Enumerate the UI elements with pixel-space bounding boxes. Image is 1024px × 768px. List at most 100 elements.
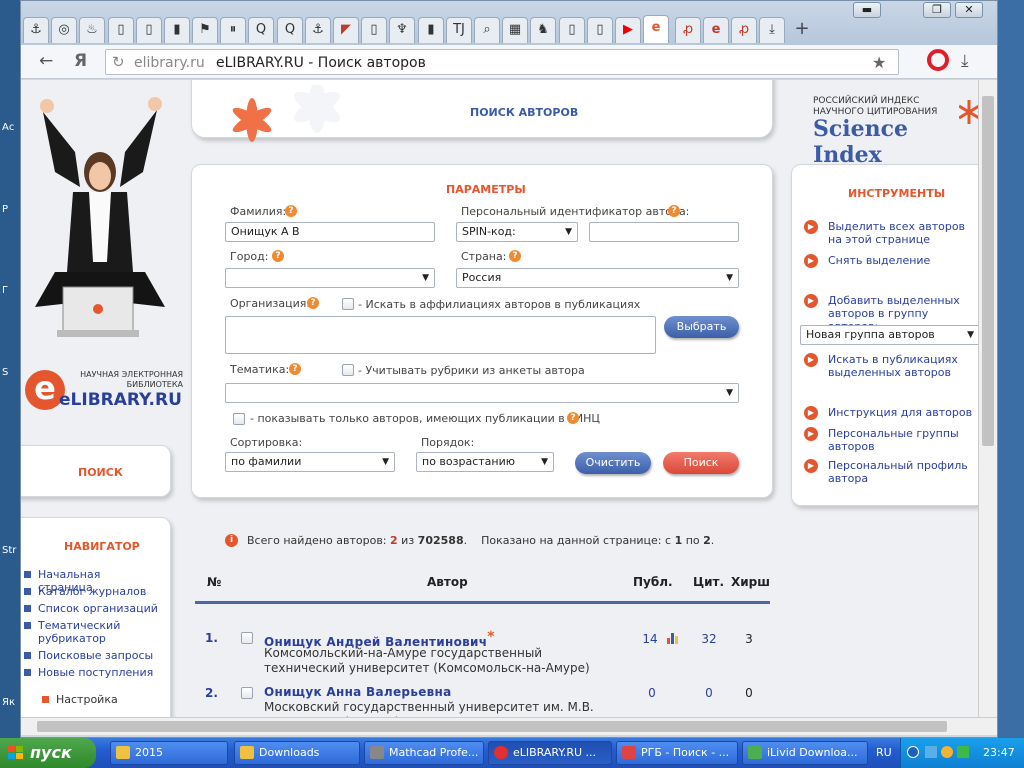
org-textarea[interactable] (225, 316, 656, 354)
help-icon[interactable]: ? (289, 363, 301, 375)
tray-icon[interactable] (907, 746, 919, 758)
nav-item-new[interactable]: Новые поступления (24, 666, 158, 679)
new-tab-button[interactable]: + (789, 17, 815, 43)
id-type-select[interactable]: SPIN-код: (456, 222, 578, 242)
tab[interactable]: ⏸ (220, 17, 246, 43)
left-search-label[interactable]: ПОИСК (78, 466, 123, 479)
help-icon[interactable]: ? (668, 205, 680, 217)
task-label[interactable]: Mathcad Profe... (389, 746, 478, 759)
taskbar-item[interactable]: РГБ - Поиск - ... (616, 741, 738, 765)
tab[interactable]: TJ (446, 17, 472, 43)
tab[interactable]: ♆ (389, 17, 415, 43)
topic-checkbox[interactable] (342, 364, 354, 376)
vertical-scrollbar[interactable] (978, 80, 997, 717)
nav-item-label[interactable]: Поисковые запросы (38, 649, 153, 662)
task-label[interactable]: Downloads (259, 746, 319, 759)
country-select[interactable]: Россия (456, 268, 739, 288)
tab[interactable]: ♨ (79, 17, 105, 43)
tab-active[interactable]: e (643, 15, 669, 43)
url-field[interactable]: ↻ elibrary.ru eLIBRARY.RU - Поиск авторо… (105, 49, 899, 75)
tool-search-pubs[interactable]: ▶ Искать в публикациях выделенных авторов (804, 353, 978, 379)
author-name-link[interactable]: Онищук Анна Валерьевна (264, 685, 452, 699)
rinc-checkbox[interactable] (233, 413, 245, 425)
help-icon[interactable]: ? (272, 250, 284, 262)
group-select[interactable]: Новая группа авторов (800, 325, 978, 345)
task-label[interactable]: eLIBRARY.RU ... (513, 746, 596, 759)
left-search-panel[interactable]: ПОИСК (21, 445, 171, 497)
tool-select-all[interactable]: ▶ Выделить всех авторов на этой странице (804, 220, 978, 246)
city-select[interactable] (225, 268, 435, 288)
task-label[interactable]: РГБ - Поиск - ... (641, 746, 729, 759)
tab[interactable]: ▯ (559, 17, 585, 43)
taskbar-item[interactable]: iLivid Downloa... (742, 741, 868, 765)
tab[interactable]: ▯ (136, 17, 162, 43)
horizontal-scrollbar[interactable] (21, 717, 997, 735)
sort-select[interactable]: по фамилии (225, 452, 395, 472)
help-icon[interactable]: ? (285, 205, 297, 217)
tab[interactable]: ◎ (51, 17, 77, 43)
tab[interactable]: ▮ (164, 17, 190, 43)
tab[interactable]: ⚑ (192, 17, 218, 43)
nav-item-label[interactable]: Список организаций (38, 602, 158, 615)
tab[interactable]: ▮ (418, 17, 444, 43)
tool-label[interactable]: Инструкция для авторов (828, 406, 972, 419)
scroll-thumb[interactable] (37, 721, 947, 732)
tab[interactable]: ⤓ (759, 17, 785, 43)
nav-item-rubricator[interactable]: Тематический рубрикатор (24, 619, 138, 645)
scroll-thumb[interactable] (982, 96, 994, 446)
opera-icon[interactable]: O (927, 49, 949, 71)
row-checkbox[interactable] (241, 632, 253, 644)
maximize-button[interactable]: ❐ (923, 2, 951, 18)
search-button[interactable]: Поиск (663, 452, 739, 474)
tab[interactable]: ꝓ (731, 17, 757, 43)
nav-item-organizations[interactable]: Список организаций (24, 602, 158, 615)
tab[interactable]: ▯ (361, 17, 387, 43)
tab[interactable]: ▶ (615, 17, 641, 43)
tab[interactable]: ▯ (108, 17, 134, 43)
topic-select[interactable] (225, 383, 739, 403)
help-icon[interactable]: ? (509, 250, 521, 262)
tab[interactable]: ⚓ (305, 17, 331, 43)
help-icon[interactable]: ? (567, 412, 579, 424)
cit-count[interactable]: 32 (689, 632, 729, 646)
surname-input[interactable]: Онищук А В (225, 222, 435, 242)
pubs-count[interactable]: 14 (630, 632, 670, 646)
tab[interactable]: ▦ (502, 17, 528, 43)
science-index-logo[interactable]: РОССИЙСКИЙ ИНДЕКС НАУЧНОГО ЦИТИРОВАНИЯ S… (813, 96, 978, 168)
order-select[interactable]: по возрастанию (416, 452, 554, 472)
bar-chart-icon[interactable] (666, 632, 680, 644)
taskbar-item[interactable]: 2015 (110, 741, 228, 765)
tab[interactable]: ◤ (333, 17, 359, 43)
tray-icon[interactable] (941, 746, 953, 758)
tool-label[interactable]: Персональные группы авторов (828, 427, 959, 453)
download-icon[interactable]: ⤓ (961, 51, 969, 71)
refresh-icon[interactable]: ↻ (112, 53, 125, 71)
tool-label[interactable]: Искать в публикациях выделенных авторов (828, 353, 958, 379)
start-label[interactable]: пуск (30, 743, 72, 762)
taskbar-item[interactable]: Downloads (234, 741, 360, 765)
tool-profile[interactable]: ▶ Персональный профиль автора (804, 459, 978, 485)
nav-item-label[interactable]: Каталог журналов (38, 585, 146, 598)
tool-instructions[interactable]: ▶ Инструкция для авторов (804, 406, 978, 420)
tab[interactable]: ▯ (587, 17, 613, 43)
yandex-icon[interactable]: Я (74, 51, 87, 71)
tab[interactable]: Q (248, 17, 274, 43)
affil-checkbox[interactable] (342, 298, 354, 310)
taskbar-item[interactable]: Mathcad Profe... (364, 741, 484, 765)
nav-item-journals[interactable]: Каталог журналов (24, 585, 158, 598)
tray-icon[interactable] (957, 746, 969, 758)
tool-label[interactable]: Выделить всех авторов на этой странице (828, 220, 965, 246)
network-icon[interactable] (925, 746, 937, 758)
nav-item-settings[interactable]: Настройка (42, 693, 176, 706)
row-checkbox[interactable] (241, 687, 253, 699)
nav-item-label[interactable]: Новые поступления (38, 666, 153, 679)
clear-button[interactable]: Очистить (575, 452, 651, 474)
author-id-input[interactable] (589, 222, 739, 242)
tool-label[interactable]: Персональный профиль автора (828, 459, 968, 485)
tool-label[interactable]: Снять выделение (828, 254, 930, 267)
nav-item-label[interactable]: Тематический рубрикатор (38, 619, 120, 645)
start-button[interactable]: пуск (0, 738, 96, 768)
tab[interactable]: ⌕ (474, 17, 500, 43)
tab[interactable]: e (703, 17, 729, 43)
minimize-button[interactable]: ▬ (853, 2, 881, 18)
